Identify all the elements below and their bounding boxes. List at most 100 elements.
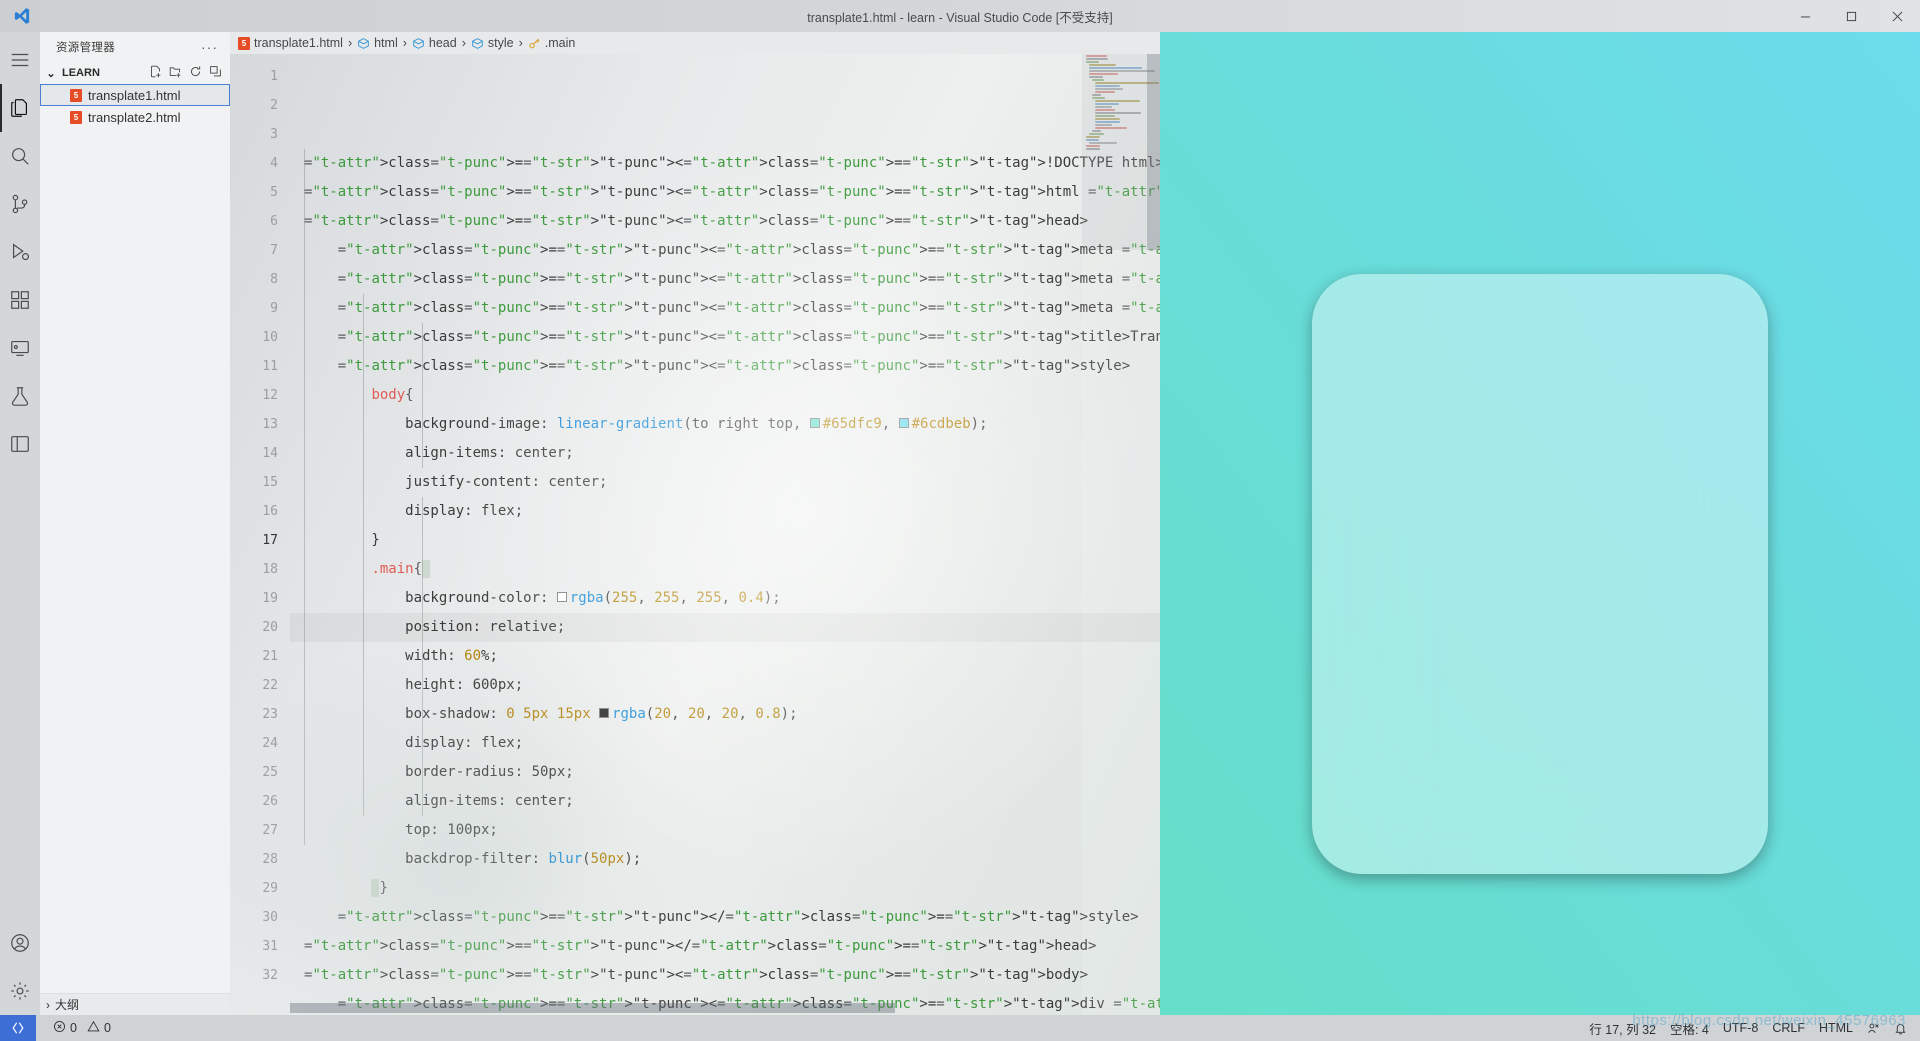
code-line[interactable]: box-shadow: 0 5px 15px rgba(20, 20, 20, … <box>290 700 1160 729</box>
settings-gear-icon[interactable] <box>0 967 40 1015</box>
line-number: 26 <box>262 794 278 809</box>
eol-status[interactable]: CRLF <box>1765 1015 1812 1041</box>
code-line[interactable]: ="t-attr">class="t-punc">=="t-str">"t-pu… <box>290 236 1160 265</box>
breadcrumb-item-style[interactable]: style <box>471 36 514 50</box>
code-line[interactable]: align-items: center; <box>290 439 1160 468</box>
code-line[interactable]: align-items: center; <box>290 787 1160 816</box>
code-line[interactable]: backdrop-filter: blur(50px); <box>290 845 1160 874</box>
code-line[interactable]: position: relative; <box>290 613 1160 642</box>
new-folder-icon[interactable] <box>169 65 182 81</box>
menu-icon[interactable] <box>0 36 40 84</box>
editor-vertical-scrollbar[interactable] <box>1147 54 1160 1015</box>
code-line[interactable]: ="t-attr">class="t-punc">=="t-str">"t-pu… <box>290 265 1160 294</box>
notifications-bell-icon[interactable] <box>1887 1015 1914 1041</box>
color-swatch[interactable] <box>809 418 820 428</box>
minimap-line <box>1086 148 1100 150</box>
code-line[interactable]: display: flex; <box>290 729 1160 758</box>
code-line[interactable]: } <box>290 874 1160 903</box>
sidebar-more-button[interactable]: ··· <box>201 39 224 55</box>
minimap-line <box>1095 115 1115 117</box>
code-line[interactable]: height: 600px; <box>290 671 1160 700</box>
minimap-line <box>1086 61 1100 63</box>
code-line[interactable]: ="t-attr">class="t-punc">=="t-str">"t-pu… <box>290 932 1160 961</box>
maximize-button[interactable] <box>1828 0 1874 32</box>
cursor-position-status[interactable]: 行 17, 列 32 <box>1582 1015 1663 1041</box>
minimap-line <box>1089 142 1118 144</box>
symbol-property-icon <box>412 37 425 50</box>
collapse-all-icon[interactable] <box>209 65 222 81</box>
editor-group: 欢迎使用 5 transplate1.html ✕ 5 transplate2.… <box>230 0 1160 1015</box>
tree-root-row[interactable]: ⌄ LEARN <box>40 62 230 84</box>
scrollbar-thumb[interactable] <box>1147 54 1160 250</box>
breadcrumb-item-main[interactable]: .main <box>528 36 575 50</box>
code-line[interactable]: .main{ <box>290 555 1160 584</box>
scrollbar-thumb[interactable] <box>290 1003 895 1013</box>
outline-panel-header[interactable]: › 大纲 <box>40 993 230 1015</box>
chevron-down-icon[interactable]: ⌄ <box>44 67 58 80</box>
line-number: 4 <box>270 156 278 171</box>
breadcrumb-item-html[interactable]: html <box>357 36 398 50</box>
line-number: 15 <box>262 475 278 490</box>
code-line[interactable]: ="t-attr">class="t-punc">=="t-str">"t-pu… <box>290 323 1160 352</box>
code-line[interactable]: background-image: linear-gradient(to rig… <box>290 410 1160 439</box>
code-line[interactable]: ="t-attr">class="t-punc">=="t-str">"t-pu… <box>290 903 1160 932</box>
new-file-icon[interactable] <box>149 65 162 81</box>
breadcrumb-item-head[interactable]: head <box>412 36 457 50</box>
minimap-line <box>1095 112 1142 114</box>
search-icon[interactable] <box>0 132 40 180</box>
code-line[interactable]: top: 100px; <box>290 816 1160 845</box>
code-line[interactable]: background-color: rgba(255, 255, 255, 0.… <box>290 584 1160 613</box>
code-line[interactable]: ="t-attr">class="t-punc">=="t-str">"t-pu… <box>290 149 1160 178</box>
source-control-icon[interactable] <box>0 180 40 228</box>
file-tree-item-transplate2[interactable]: 5 transplate2.html <box>40 106 230 128</box>
code-line[interactable]: ="t-attr">class="t-punc">=="t-str">"t-pu… <box>290 352 1160 381</box>
code-line[interactable]: } <box>290 526 1160 555</box>
code-line[interactable]: ="t-attr">class="t-punc">=="t-str">"t-pu… <box>290 961 1160 990</box>
editor-horizontal-scrollbar[interactable] <box>290 1003 1065 1013</box>
code-line[interactable]: body{ <box>290 381 1160 410</box>
color-swatch[interactable] <box>556 592 567 602</box>
color-swatch[interactable] <box>599 708 610 718</box>
line-number: 22 <box>262 678 278 693</box>
chevron-right-icon[interactable]: › <box>46 998 50 1012</box>
code-content[interactable]: ="t-attr">class="t-punc">=="t-str">"t-pu… <box>290 54 1160 1015</box>
layout-icon[interactable] <box>0 420 40 468</box>
accounts-icon[interactable] <box>0 919 40 967</box>
live-preview-pane <box>1160 32 1920 1015</box>
minimize-button[interactable] <box>1782 0 1828 32</box>
minimap-line <box>1095 100 1140 102</box>
language-mode-status[interactable]: HTML <box>1812 1015 1860 1041</box>
feedback-icon[interactable] <box>1860 1015 1887 1041</box>
line-number: 20 <box>262 620 278 635</box>
minimap-line <box>1095 91 1115 93</box>
minimap-line <box>1092 94 1101 96</box>
refresh-icon[interactable] <box>189 65 202 81</box>
minimap-line <box>1092 79 1105 81</box>
code-line[interactable]: display: flex; <box>290 497 1160 526</box>
remote-explorer-icon[interactable] <box>0 324 40 372</box>
extensions-icon[interactable] <box>0 276 40 324</box>
code-line[interactable]: width: 60%; <box>290 642 1160 671</box>
close-button[interactable] <box>1874 0 1920 32</box>
code-line[interactable]: ="t-attr">class="t-punc">=="t-str">"t-pu… <box>290 294 1160 323</box>
explorer-icon[interactable] <box>0 84 40 132</box>
testing-icon[interactable] <box>0 372 40 420</box>
problems-status[interactable]: 0 0 <box>46 1015 118 1041</box>
code-editor[interactable]: 1 2 3 4 5 6 7 8 9 10 11 12 13 14 15 16 17 18 19 20 21 22 23 24 2… <box>230 54 1160 1015</box>
run-debug-icon[interactable] <box>0 228 40 276</box>
code-line[interactable]: ="t-attr">class="t-punc">=="t-str">"t-pu… <box>290 178 1160 207</box>
file-tree-item-transplate1[interactable]: 5 transplate1.html <box>40 84 230 106</box>
code-line[interactable]: border-radius: 50px; <box>290 758 1160 787</box>
html5-icon: 5 <box>70 110 82 124</box>
line-number: 12 <box>262 388 278 403</box>
breadcrumb-item-file[interactable]: 5 transplate1.html <box>238 36 343 50</box>
code-line[interactable]: justify-content: center; <box>290 468 1160 497</box>
indentation-status[interactable]: 空格: 4 <box>1663 1015 1716 1041</box>
remote-window-icon[interactable] <box>0 1015 36 1041</box>
code-line[interactable]: ="t-attr">class="t-punc">=="t-str">"t-pu… <box>290 207 1160 236</box>
file-tree: ⌄ LEARN 5 transplate1.html 5 transplate2… <box>40 62 230 993</box>
encoding-status[interactable]: UTF-8 <box>1716 1015 1765 1041</box>
color-swatch[interactable] <box>898 418 909 428</box>
vscode-logo-icon <box>0 7 44 25</box>
line-number: 7 <box>270 243 278 258</box>
